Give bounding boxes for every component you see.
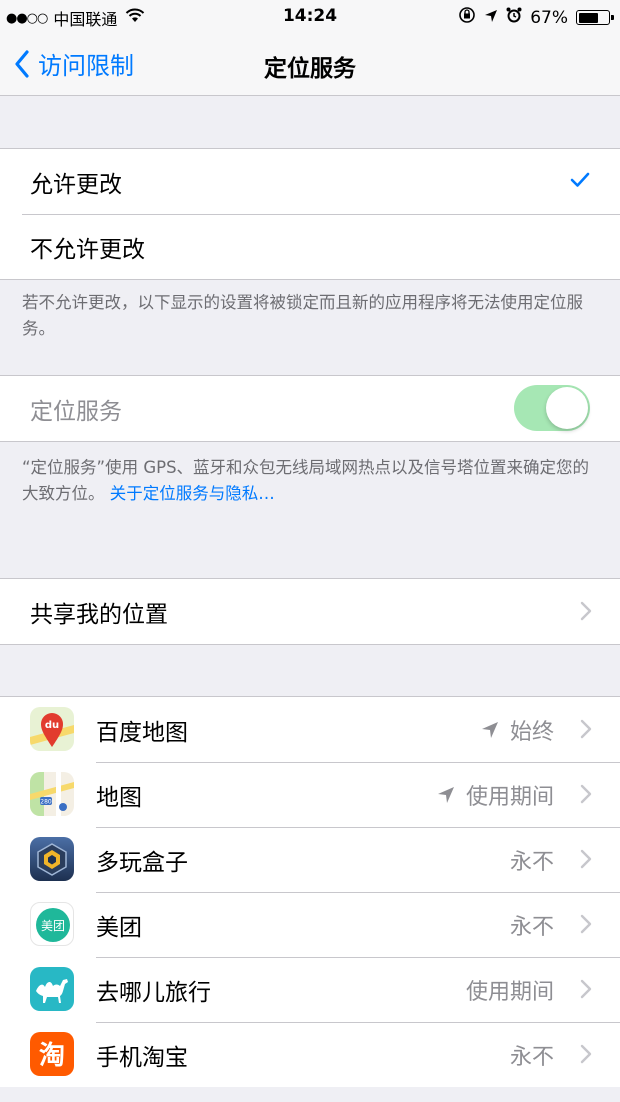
share-location-group: 共享我的位置 <box>0 578 620 645</box>
battery-icon <box>576 10 614 25</box>
disallow-changes-row[interactable]: 不允许更改 <box>0 214 620 279</box>
app-name: 美团 <box>96 914 142 941</box>
allow-changes-row[interactable]: 允许更改 <box>0 149 620 214</box>
app-name: 百度地图 <box>96 719 188 746</box>
apple-maps-icon: 280 <box>30 772 74 816</box>
app-name: 多玩盒子 <box>96 849 188 876</box>
app-row-qunar[interactable]: 去哪儿旅行 使用期间 <box>0 957 620 1022</box>
location-arrow-icon <box>481 722 498 738</box>
rotation-lock-icon <box>458 6 476 29</box>
svg-text:280: 280 <box>40 799 52 806</box>
app-row-taobao[interactable]: 淘 手机淘宝 永不 <box>0 1022 620 1087</box>
taobao-icon: 淘 <box>30 1032 74 1076</box>
duowan-box-icon <box>30 837 74 881</box>
chevron-right-icon <box>580 719 592 745</box>
app-name: 地图 <box>96 784 142 811</box>
app-location-status: 永不 <box>509 915 554 940</box>
app-name: 去哪儿旅行 <box>96 979 211 1006</box>
chevron-right-icon <box>580 914 592 940</box>
app-row-maps[interactable]: 280 地图 使用期间 <box>0 762 620 827</box>
location-services-row: 定位服务 <box>0 376 620 441</box>
location-services-group: 定位服务 <box>0 375 620 442</box>
allow-changes-label: 允许更改 <box>30 171 122 198</box>
allow-changes-footnote: 若不允许更改，以下显示的设置将被锁定而且新的应用程序将无法使用定位服务。 <box>22 293 583 338</box>
chevron-right-icon <box>580 849 592 875</box>
share-location-row[interactable]: 共享我的位置 <box>0 579 620 644</box>
svg-text:淘: 淘 <box>39 1041 65 1071</box>
app-location-status: 使用期间 <box>436 779 554 811</box>
page-title: 定位服务 <box>264 56 356 82</box>
location-arrow-icon <box>484 8 498 28</box>
alarm-icon <box>506 7 522 28</box>
chevron-right-icon <box>580 784 592 810</box>
battery-percent: 67% <box>530 7 568 28</box>
baidu-map-icon: du <box>30 707 74 751</box>
svg-text:du: du <box>45 720 59 731</box>
navigation-bar: 访问限制 定位服务 <box>0 34 620 96</box>
location-services-footnote: “定位服务”使用 GPS、蓝牙和众包无线局域网热点以及信号塔位置来确定您的大致方… <box>22 455 602 507</box>
status-bar: ●●○○ 中国联通 14:24 67% <box>0 0 620 34</box>
location-services-label: 定位服务 <box>30 398 122 425</box>
svg-text:美团: 美团 <box>41 919 65 933</box>
meituan-icon: 美团 <box>30 902 74 946</box>
allow-changes-group: 允许更改 不允许更改 <box>0 148 620 280</box>
toggle-knob <box>546 387 588 429</box>
location-services-toggle[interactable] <box>514 385 590 431</box>
app-row-duowan-box[interactable]: 多玩盒子 永不 <box>0 827 620 892</box>
location-footnote-text: “定位服务”使用 GPS、蓝牙和众包无线局域网热点以及信号塔位置来确定您的大致方… <box>22 458 590 503</box>
app-list: du 百度地图 始终 280 地图 使用期间 多玩盒子 永不 美团 美团 永不 … <box>0 696 620 1087</box>
chevron-right-icon <box>580 1044 592 1070</box>
chevron-right-icon <box>580 979 592 1005</box>
location-arrow-icon <box>437 787 454 803</box>
app-location-status: 永不 <box>509 1045 554 1070</box>
app-name: 手机淘宝 <box>96 1044 188 1071</box>
app-location-status: 永不 <box>509 850 554 875</box>
privacy-link[interactable]: 关于定位服务与隐私… <box>110 484 275 503</box>
app-row-baidu-map[interactable]: du 百度地图 始终 <box>0 697 620 762</box>
disallow-changes-label: 不允许更改 <box>30 236 145 263</box>
app-location-status: 使用期间 <box>465 980 554 1005</box>
chevron-right-icon <box>580 601 592 627</box>
qunar-camel-icon <box>30 967 74 1011</box>
checkmark-icon <box>570 169 590 195</box>
share-location-label: 共享我的位置 <box>30 601 168 628</box>
app-row-meituan[interactable]: 美团 美团 永不 <box>0 892 620 957</box>
app-location-status: 始终 <box>480 714 554 746</box>
